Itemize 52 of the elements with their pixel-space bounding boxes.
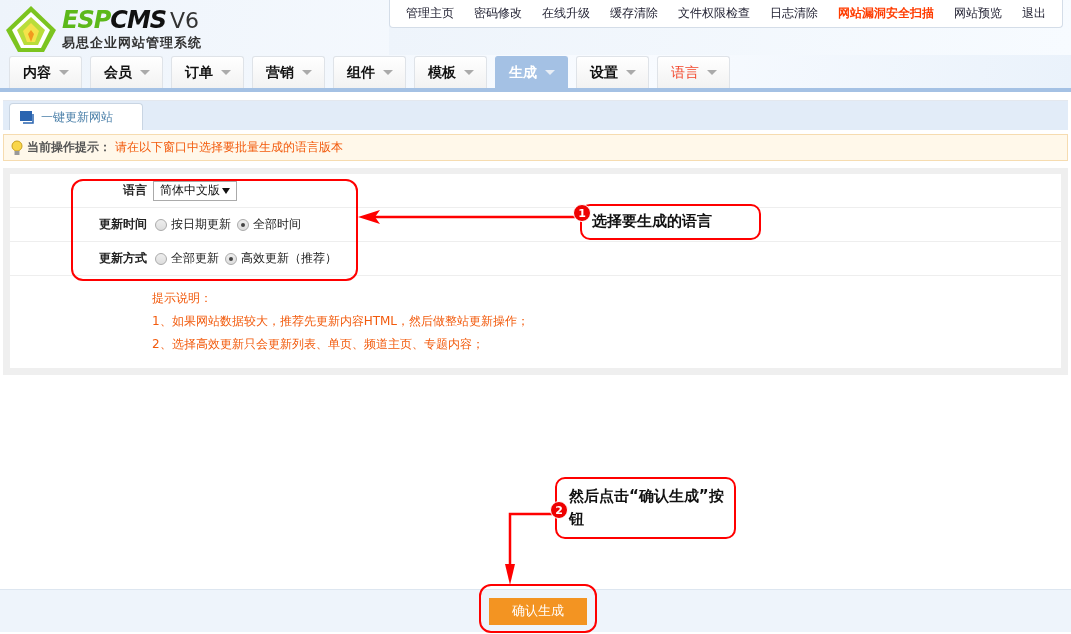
- caret-icon: [706, 70, 717, 75]
- tip-label: 当前操作提示：: [27, 139, 111, 156]
- radio-button[interactable]: [155, 252, 167, 265]
- note-text: 提示说明：: [152, 290, 213, 307]
- top-link[interactable]: 日志清除: [760, 5, 828, 22]
- window-icon: [20, 110, 35, 124]
- top-link[interactable]: 管理主页: [396, 5, 464, 22]
- logo-icon: [4, 4, 58, 54]
- note-text: 1、如果网站数据较大，推荐先更新内容HTML，然后做整站更新操作；: [152, 313, 531, 330]
- caret-icon: [463, 70, 474, 75]
- radio-button[interactable]: [225, 252, 237, 265]
- top-link[interactable]: 网站预览: [944, 5, 1012, 22]
- top-link[interactable]: 退出: [1012, 5, 1056, 22]
- step-number-badge: 2: [550, 501, 568, 519]
- nav-tab[interactable]: 模板: [414, 56, 487, 88]
- radio-label: 全部更新: [171, 250, 219, 267]
- dropdown-arrow-icon: [222, 187, 230, 194]
- page-tab[interactable]: 一键更新网站: [9, 103, 143, 130]
- radio-button[interactable]: [237, 218, 249, 231]
- nav-tab[interactable]: 组件: [333, 56, 406, 88]
- nav-tab[interactable]: 语言: [657, 56, 730, 88]
- field-label: 语言: [122, 182, 148, 199]
- nav-tab[interactable]: 设置: [576, 56, 649, 88]
- caret-icon: [220, 70, 231, 75]
- caret-icon: [382, 70, 393, 75]
- nav-tab[interactable]: 会员: [90, 56, 163, 88]
- nav-tab[interactable]: 内容: [9, 56, 82, 88]
- caret-icon: [544, 70, 555, 75]
- caret-icon: [139, 70, 150, 75]
- top-link[interactable]: 密码修改: [464, 5, 532, 22]
- logo-wordmark: ESPCMS: [62, 6, 167, 33]
- field-label: 更新时间: [98, 216, 148, 233]
- nav-tab[interactable]: 营销: [252, 56, 325, 88]
- radio-label: 按日期更新: [171, 216, 231, 233]
- top-link[interactable]: 缓存清除: [600, 5, 668, 22]
- tip-text: 请在以下窗口中选择要批量生成的语言版本: [115, 139, 343, 156]
- lightbulb-icon: [11, 139, 23, 156]
- caret-icon: [625, 70, 636, 75]
- top-link[interactable]: 在线升级: [532, 5, 600, 22]
- logo-subtitle: 易思企业网站管理系统: [62, 33, 202, 52]
- caret-icon: [58, 70, 69, 75]
- top-link[interactable]: 文件权限检查: [668, 5, 760, 22]
- field-label: 更新方式: [98, 250, 148, 267]
- note-text: 2、选择高效更新只会更新列表、单页、频道主页、专题内容；: [152, 336, 485, 353]
- top-link[interactable]: 网站漏洞安全扫描: [828, 5, 944, 22]
- radio-button[interactable]: [155, 218, 167, 231]
- nav-tab[interactable]: 订单: [171, 56, 244, 88]
- caret-icon: [301, 70, 312, 75]
- language-select[interactable]: 简体中文版: [153, 180, 237, 201]
- radio-label: 全部时间: [253, 216, 301, 233]
- version-label: V6: [170, 7, 200, 34]
- radio-label: 高效更新（推荐）: [241, 250, 337, 267]
